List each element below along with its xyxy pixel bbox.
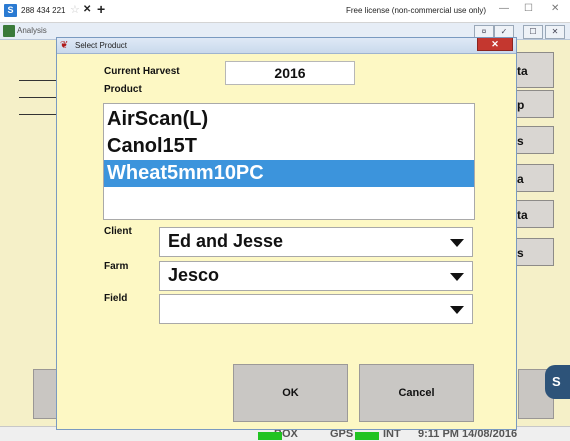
product-list[interactable]: AirScan(L) Canol15T Wheat5mm10PC xyxy=(103,103,475,220)
session-tab-handle-icon[interactable]: S xyxy=(545,365,570,399)
product-item-wheat5mm10pc[interactable]: Wheat5mm10PC xyxy=(104,160,474,187)
star-icon[interactable]: ☆ xyxy=(70,3,80,16)
farm-value: Jesco xyxy=(168,265,220,285)
analysis-app-icon xyxy=(3,25,15,37)
client-dropdown[interactable]: Ed and Jesse xyxy=(159,227,473,257)
farm-label: Farm xyxy=(104,261,129,272)
ok-button[interactable]: OK xyxy=(233,364,348,422)
chevron-down-icon[interactable] xyxy=(450,306,464,314)
license-text: Free license (non-commercial use only) xyxy=(346,6,487,15)
farm-dropdown[interactable]: Jesco xyxy=(159,261,473,291)
close-icon[interactable]: ✕ xyxy=(477,38,513,51)
plus-icon[interactable]: + xyxy=(97,1,105,17)
dialog-title: Select Product xyxy=(75,41,128,50)
remote-tab-bar: S 288 434 221 ☆ ✕ + Free license (non-co… xyxy=(0,0,570,23)
minimize-icon[interactable]: — xyxy=(499,3,509,14)
maximize-icon[interactable]: ☐ xyxy=(524,3,533,14)
select-product-dialog: ❦ Select Product ✕ Current Harvest 2016 … xyxy=(56,37,517,430)
product-item-airscan[interactable]: AirScan(L) xyxy=(104,106,474,133)
product-label: Product xyxy=(104,84,142,95)
current-harvest-field: 2016 xyxy=(225,61,355,85)
bg-divider xyxy=(19,97,59,98)
product-item-canol15t[interactable]: Canol15T xyxy=(104,133,474,160)
wheat-icon: ❦ xyxy=(60,40,69,51)
client-value: Ed and Jesse xyxy=(168,231,284,251)
analysis-window-title: Analysis xyxy=(17,26,47,35)
int-indicator xyxy=(355,432,379,440)
box-indicator xyxy=(258,432,282,440)
close-window-icon[interactable]: ✕ xyxy=(551,3,559,14)
cancel-button[interactable]: Cancel xyxy=(359,364,474,422)
field-dropdown[interactable] xyxy=(159,294,473,324)
session-tab-title[interactable]: 288 434 221 xyxy=(21,6,66,15)
close-bg-icon[interactable]: ✕ xyxy=(545,25,565,39)
maximize-bg-icon[interactable]: ☐ xyxy=(523,25,543,39)
chevron-down-icon[interactable] xyxy=(450,239,464,247)
client-label: Client xyxy=(104,226,132,237)
app-icon: S xyxy=(4,4,17,17)
bg-divider xyxy=(19,80,59,81)
field-label: Field xyxy=(104,293,128,304)
dialog-titlebar: ❦ Select Product ✕ xyxy=(57,38,516,54)
close-tab-icon[interactable]: ✕ xyxy=(83,4,91,15)
current-harvest-label: Current Harvest xyxy=(104,66,180,77)
chevron-down-icon[interactable] xyxy=(450,273,464,281)
bg-divider xyxy=(19,114,59,115)
